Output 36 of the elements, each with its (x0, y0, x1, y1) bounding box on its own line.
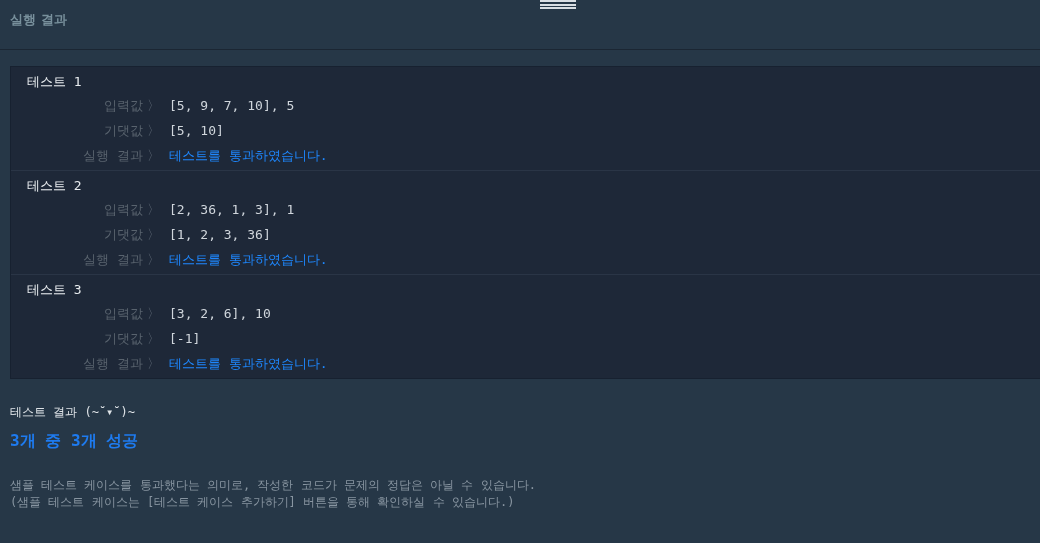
drag-handle-icon[interactable] (540, 0, 576, 9)
section-title: 실행 결과 (10, 12, 67, 27)
row-value: [5, 9, 7, 10], 5 (169, 96, 295, 115)
row-label: 입력값 (104, 96, 143, 115)
row-label: 입력값 (104, 200, 143, 219)
note-text: (샘플 테스트 케이스는 [테스트 케이스 추가하기] 버튼을 통해 확인하실 수 있습니다.) (10, 494, 516, 511)
row-value: [1, 2, 3, 36] (169, 225, 271, 244)
test-title: 테스트 2 (27, 177, 82, 196)
row-label: 기댓값 (104, 121, 143, 140)
row-value: [2, 36, 1, 3], 1 (169, 200, 295, 219)
row-label: 실행 결과 (83, 354, 143, 373)
separator: 〉 (146, 329, 161, 348)
row-label: 실행 결과 (83, 146, 143, 165)
separator: 〉 (146, 225, 161, 244)
summary-heading: 테스트 결과 (~˘▾˘)~ (10, 404, 136, 421)
summary-result: 3개 중 3개 성공 (10, 430, 139, 452)
row-value: [5, 10] (169, 121, 224, 140)
separator: 〉 (146, 304, 161, 323)
row-value: 테스트를 통과하였습니다. (169, 146, 328, 165)
row-value: [3, 2, 6], 10 (169, 304, 271, 323)
row-value: [-1] (169, 329, 201, 348)
row-label: 입력값 (104, 304, 143, 323)
separator: 〉 (146, 200, 161, 219)
row-value: 테스트를 통과하였습니다. (169, 250, 328, 269)
separator: 〉 (146, 146, 161, 165)
row-value: 테스트를 통과하였습니다. (169, 354, 328, 373)
separator: 〉 (146, 121, 161, 140)
row-label: 실행 결과 (83, 250, 143, 269)
separator: 〉 (146, 250, 161, 269)
test-title: 테스트 1 (27, 73, 82, 92)
row-label: 기댓값 (104, 225, 143, 244)
test-title: 테스트 3 (27, 281, 82, 300)
row-label: 기댓값 (104, 329, 143, 348)
separator: 〉 (146, 354, 161, 373)
note-text: 샘플 테스트 케이스를 통과했다는 의미로, 작성한 코드가 문제의 정답은 아닐 수 있습니다. (10, 477, 536, 494)
separator: 〉 (146, 96, 161, 115)
